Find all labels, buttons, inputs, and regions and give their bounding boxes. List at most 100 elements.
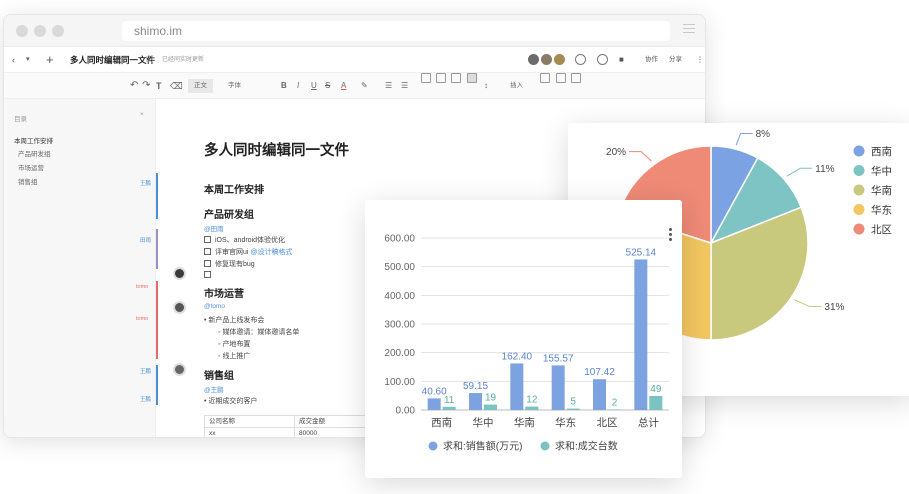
paragraph-style-select[interactable]: 正文 — [188, 79, 213, 93]
checklist-item[interactable] — [204, 271, 215, 279]
format-painter-icon[interactable]: T — [156, 73, 162, 99]
collaborator-avatar[interactable] — [528, 54, 539, 65]
bar-units[interactable] — [442, 406, 456, 410]
legend-swatch — [428, 441, 438, 451]
bar-units[interactable] — [525, 406, 539, 410]
image-icon[interactable] — [556, 73, 566, 83]
checkbox[interactable] — [204, 236, 211, 243]
edit-marker — [156, 229, 158, 269]
bookmark-icon[interactable]: ☐ — [146, 47, 153, 73]
legend-label[interactable]: 西南 — [871, 145, 892, 158]
legend-label[interactable]: 求和:销售额(万元) — [443, 440, 522, 453]
font-color-icon[interactable]: A — [341, 73, 346, 99]
address-bar[interactable]: shimo.im — [122, 21, 670, 41]
undo-icon[interactable]: ↶ — [130, 73, 138, 99]
numbered-list-icon[interactable]: ☰ — [401, 73, 408, 99]
bulleted-list-icon[interactable]: ☰ — [385, 73, 392, 99]
share-button[interactable]: 分享 — [669, 47, 682, 73]
x-tick-label: 北区 — [597, 417, 618, 429]
underline-icon[interactable]: U — [311, 73, 317, 99]
bold-icon[interactable]: B — [281, 73, 287, 99]
edit-marker — [156, 281, 158, 359]
table-cell[interactable]: xx — [204, 428, 294, 437]
hamburger-menu-icon[interactable] — [683, 24, 695, 36]
clear-format-icon[interactable]: ⌫ — [170, 73, 183, 99]
target-icon[interactable] — [597, 54, 608, 65]
history-clock-icon[interactable] — [575, 54, 586, 65]
bar-units[interactable] — [566, 408, 580, 410]
video-icon[interactable]: ■ — [619, 47, 624, 73]
outline-item[interactable]: 销售组 — [18, 176, 38, 186]
new-doc-plus-icon[interactable]: + — [46, 47, 54, 73]
legend-label[interactable]: 华中 — [871, 164, 892, 177]
collaborator-avatar[interactable] — [554, 54, 565, 65]
y-tick-label: 500.00 — [384, 262, 415, 273]
maximize-window-button[interactable] — [52, 25, 64, 37]
dropdown-chevron-icon[interactable]: ▾ — [26, 47, 30, 73]
outline-item[interactable]: 产品研发组 — [18, 148, 51, 158]
chart-menu-icon[interactable] — [669, 228, 672, 243]
legend-swatch — [853, 184, 865, 196]
checklist-icon[interactable] — [421, 73, 431, 83]
outline-item[interactable]: 市场运营 — [18, 162, 44, 172]
collaborator-avatar[interactable] — [541, 54, 552, 65]
data-label: 49 — [650, 384, 662, 395]
legend-label[interactable]: 华南 — [871, 184, 892, 197]
line-spacing-icon[interactable]: ↕ — [484, 73, 488, 99]
bar-sales[interactable] — [551, 365, 565, 410]
checkbox[interactable] — [204, 260, 211, 267]
insert-menu[interactable]: 插入 — [510, 73, 523, 99]
checklist-item[interactable]: 评审官网ui @设计稿格式 — [204, 247, 293, 257]
minimize-window-button[interactable] — [34, 25, 46, 37]
align-icon[interactable] — [467, 73, 477, 83]
slice-label: 11% — [815, 164, 834, 175]
font-select[interactable]: 字体 — [228, 73, 241, 99]
close-sidebar-icon[interactable]: × — [140, 111, 144, 118]
legend-label[interactable]: 华东 — [871, 203, 892, 216]
mention[interactable]: @tomo — [204, 303, 225, 310]
legend-label[interactable]: 北区 — [871, 224, 892, 236]
table-icon[interactable] — [540, 73, 550, 83]
data-label: 525.14 — [626, 247, 657, 258]
bar-sales[interactable] — [593, 379, 606, 410]
data-label: 19 — [485, 393, 497, 404]
editor-cursor-tag: 王鹏 — [140, 181, 152, 187]
editor-cursor-tag: 田雨 — [140, 238, 152, 244]
bar-sales[interactable] — [510, 363, 524, 410]
bar-sales[interactable] — [469, 393, 482, 410]
bar-units[interactable] — [484, 404, 497, 410]
group-heading: 产品研发组 — [204, 210, 254, 221]
bar-sales[interactable] — [427, 398, 441, 410]
comment-icon[interactable] — [571, 73, 581, 83]
close-window-button[interactable] — [16, 25, 28, 37]
checklist-item[interactable]: 修复现有bug — [204, 259, 255, 269]
table-header-cell[interactable]: 公司名称 — [204, 416, 294, 427]
data-label: 107.42 — [584, 367, 615, 378]
bar-sales[interactable] — [634, 259, 648, 410]
strikethrough-icon[interactable]: S — [325, 73, 330, 99]
mention[interactable]: @田雨 — [204, 223, 224, 233]
outdent-icon[interactable] — [451, 73, 461, 83]
legend-label[interactable]: 求和:成交台数 — [555, 440, 618, 453]
more-options-icon[interactable]: ⋮ — [696, 47, 704, 73]
bullet-item: ◦ 线上推广 — [218, 353, 251, 360]
indent-icon[interactable] — [436, 73, 446, 83]
back-arrow-icon[interactable]: ‹ — [12, 47, 15, 73]
bar-units[interactable] — [608, 409, 621, 410]
browser-titlebar: shimo.im — [4, 15, 705, 47]
checklist-item[interactable]: iOS、android体验优化 — [204, 235, 285, 245]
label-leader-line — [735, 133, 753, 146]
bullet-item: ◦ 媒体邀请：媒体邀请名单 — [218, 329, 300, 336]
highlight-icon[interactable]: ✎ — [361, 73, 368, 99]
checkbox[interactable] — [204, 271, 211, 278]
checkbox[interactable] — [204, 248, 211, 255]
outline-item[interactable]: 本周工作安排 — [14, 135, 53, 145]
legend-swatch — [853, 145, 865, 157]
data-label: 11 — [444, 395, 455, 406]
collaborate-button[interactable]: 协作 — [645, 47, 658, 73]
italic-icon[interactable]: I — [297, 73, 299, 99]
bar-units[interactable] — [649, 395, 663, 410]
collaborator-avatar — [173, 301, 186, 314]
mention[interactable]: @王鹏 — [204, 384, 224, 394]
redo-icon[interactable]: ↷ — [142, 73, 150, 99]
